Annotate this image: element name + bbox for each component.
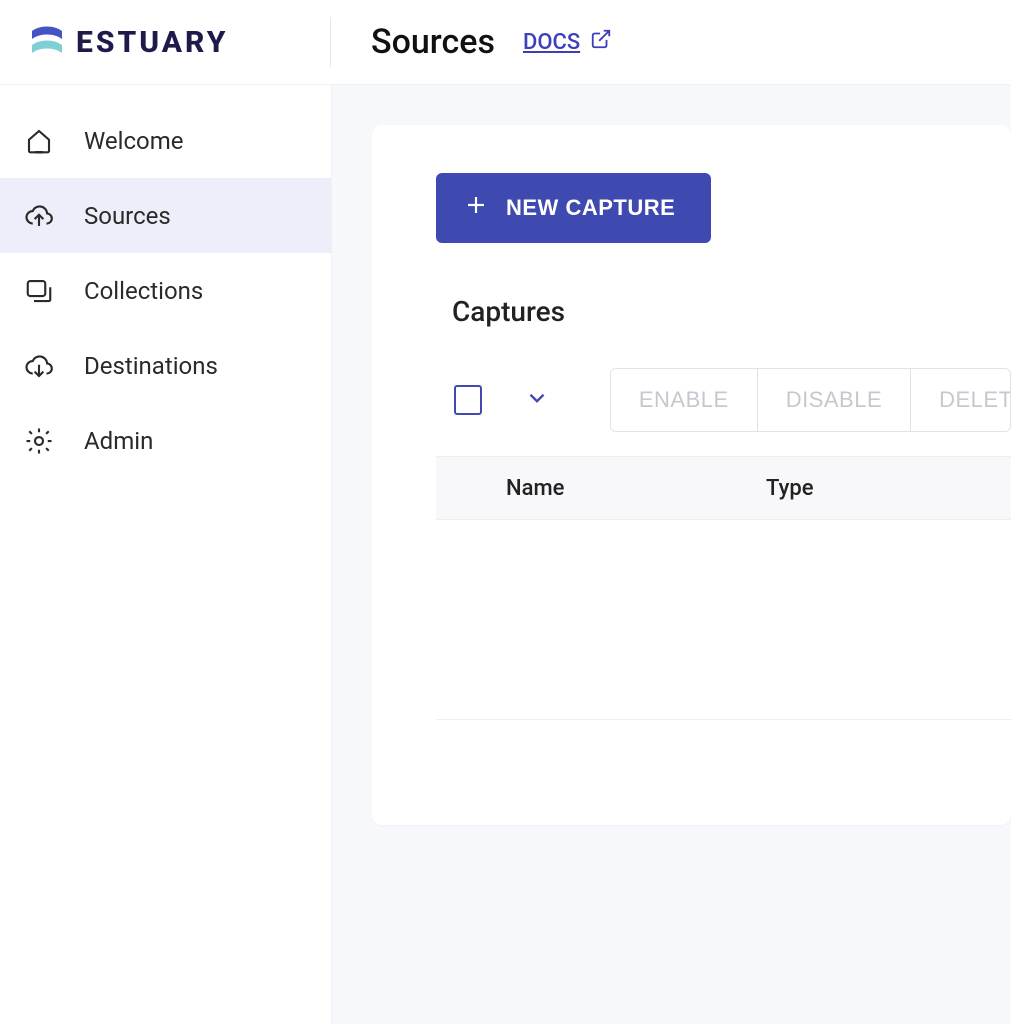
sidebar-item-label: Collections xyxy=(84,277,203,305)
cloud-upload-icon xyxy=(22,201,56,231)
docs-link[interactable]: DOCS xyxy=(523,28,612,56)
sidebar-item-label: Destinations xyxy=(84,352,218,380)
home-icon xyxy=(22,126,56,156)
section-title: Captures xyxy=(452,295,1011,328)
column-header-name: Name xyxy=(436,476,766,501)
sidebar-item-label: Welcome xyxy=(84,127,184,155)
external-link-icon xyxy=(590,28,612,56)
captures-card: NEW CAPTURE Captures ENABLE DISABLE DELE… xyxy=(372,125,1011,825)
delete-button[interactable]: DELETE xyxy=(911,369,1011,431)
enable-button[interactable]: ENABLE xyxy=(611,369,758,431)
sidebar-item-destinations[interactable]: Destinations xyxy=(0,328,331,403)
sidebar-item-collections[interactable]: Collections xyxy=(0,253,331,328)
collections-icon xyxy=(22,276,56,306)
sidebar-item-sources[interactable]: Sources xyxy=(0,178,331,253)
bulk-action-group: ENABLE DISABLE DELETE xyxy=(610,368,1011,432)
docs-link-label: DOCS xyxy=(523,30,580,55)
sidebar-item-welcome[interactable]: Welcome xyxy=(0,103,331,178)
select-all-checkbox[interactable] xyxy=(454,385,482,415)
main-content: NEW CAPTURE Captures ENABLE DISABLE DELE… xyxy=(332,85,1011,1024)
sidebar-item-admin[interactable]: Admin xyxy=(0,403,331,478)
gear-icon xyxy=(22,426,56,456)
chevron-down-icon xyxy=(524,396,550,415)
sidebar-item-label: Sources xyxy=(84,202,171,230)
page-title: Sources xyxy=(371,22,495,62)
disable-button[interactable]: DISABLE xyxy=(758,369,911,431)
selection-dropdown[interactable] xyxy=(524,385,550,415)
captures-table-body xyxy=(436,520,1011,720)
brand-name: ESTUARY xyxy=(76,25,228,60)
cloud-download-icon xyxy=(22,351,56,381)
plus-icon xyxy=(464,193,488,223)
header-divider xyxy=(330,17,331,67)
sidebar-item-label: Admin xyxy=(84,427,153,455)
new-capture-label: NEW CAPTURE xyxy=(506,195,675,221)
column-header-type: Type xyxy=(766,476,814,501)
captures-toolbar: ENABLE DISABLE DELETE xyxy=(436,368,1011,432)
brand-logo[interactable]: ESTUARY xyxy=(30,23,330,61)
app-header: ESTUARY Sources DOCS xyxy=(0,0,1011,85)
estuary-logo-icon xyxy=(30,23,64,61)
sidebar-nav: Welcome Sources Collections xyxy=(0,85,332,1024)
captures-table-header: Name Type xyxy=(436,456,1011,520)
new-capture-button[interactable]: NEW CAPTURE xyxy=(436,173,711,243)
